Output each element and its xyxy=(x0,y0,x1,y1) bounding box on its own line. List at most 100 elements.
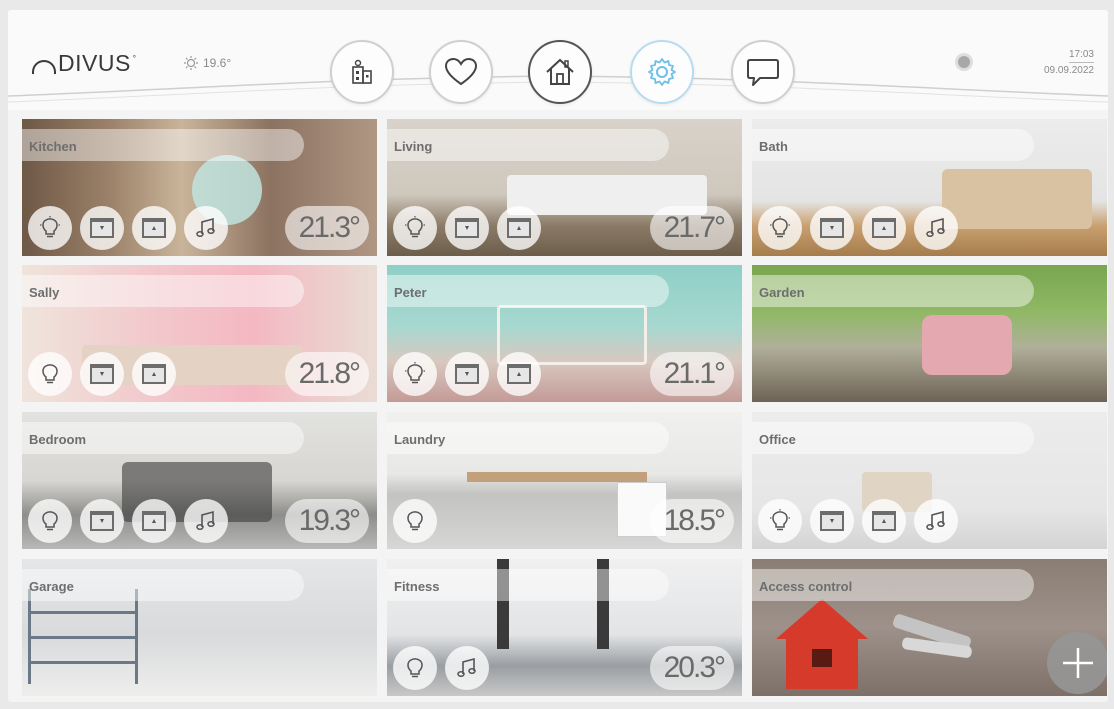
room-photo-detail xyxy=(467,472,647,482)
room-temperature: 20.3° xyxy=(649,646,734,690)
light-button[interactable] xyxy=(758,499,802,543)
room-temperature: 21.1° xyxy=(649,352,734,396)
chat-icon xyxy=(747,59,779,86)
room-name-bar xyxy=(387,275,669,307)
room-tile-sally[interactable]: Sally 21.8° xyxy=(22,265,377,402)
add-room-button[interactable] xyxy=(1047,632,1107,694)
heart-icon xyxy=(444,57,478,86)
light-button[interactable] xyxy=(393,499,437,543)
blind-up-button[interactable] xyxy=(497,352,541,396)
header-bar: DIVUS ° 19.6° 17:03 09.09.2022 xyxy=(8,10,1108,110)
room-name: Garden xyxy=(759,285,805,300)
building-icon xyxy=(352,59,372,84)
room-name-bar xyxy=(22,275,304,307)
room-name: Office xyxy=(759,432,796,447)
room-controls xyxy=(28,352,176,396)
brand-name: DIVUS xyxy=(58,50,131,76)
room-controls xyxy=(758,499,958,543)
blind-up-button[interactable] xyxy=(132,352,176,396)
blind-down-button[interactable] xyxy=(445,206,489,250)
nav-building-button[interactable] xyxy=(330,40,394,104)
blind-down-icon xyxy=(820,218,844,238)
audio-button[interactable] xyxy=(184,206,228,250)
blind-up-button[interactable] xyxy=(862,206,906,250)
light-button[interactable] xyxy=(758,206,802,250)
room-photo-detail xyxy=(28,589,138,684)
outdoor-weather: 19.6° xyxy=(184,55,231,71)
blind-down-button[interactable] xyxy=(810,206,854,250)
nav-home-button[interactable] xyxy=(528,40,592,104)
blind-down-icon xyxy=(820,511,844,531)
blind-down-button[interactable] xyxy=(80,352,124,396)
nav-favorites-button[interactable] xyxy=(429,40,493,104)
red-house-keychain xyxy=(776,599,868,689)
clock-time: 17:03 xyxy=(1068,48,1094,63)
room-name: Fitness xyxy=(394,579,440,594)
room-tile-garage[interactable]: Garage xyxy=(22,559,377,696)
clock: 17:03 09.09.2022 xyxy=(1044,48,1094,77)
room-tile-kitchen[interactable]: Kitchen 21.3° xyxy=(22,119,377,256)
room-name: Bedroom xyxy=(29,432,87,447)
light-button[interactable] xyxy=(28,352,72,396)
light-button[interactable] xyxy=(28,206,72,250)
music-icon xyxy=(457,657,476,678)
music-icon xyxy=(196,510,215,531)
light-button[interactable] xyxy=(28,499,72,543)
light-button[interactable] xyxy=(393,206,437,250)
plus-icon xyxy=(1063,648,1093,678)
bulb-icon xyxy=(40,216,60,238)
room-tile-living[interactable]: Living 21.7° xyxy=(387,119,742,256)
room-name: Living xyxy=(394,139,433,154)
room-controls xyxy=(393,646,489,690)
nav-settings-button[interactable] xyxy=(630,40,694,104)
blind-up-button[interactable] xyxy=(862,499,906,543)
blind-down-button[interactable] xyxy=(80,206,124,250)
bulb-icon xyxy=(405,216,425,238)
outdoor-temperature: 19.6° xyxy=(203,56,232,70)
room-tile-fitness[interactable]: Fitness 20.3° xyxy=(387,559,742,696)
room-name-bar xyxy=(752,129,1034,161)
nav-messages-button[interactable] xyxy=(731,40,795,104)
room-grid: Kitchen 21.3° Living 21.7° Bath Sally 21… xyxy=(22,119,1108,697)
music-icon xyxy=(926,510,945,531)
blind-up-button[interactable] xyxy=(497,206,541,250)
blind-up-button[interactable] xyxy=(132,206,176,250)
blind-down-button[interactable] xyxy=(810,499,854,543)
room-tile-bath[interactable]: Bath xyxy=(752,119,1107,256)
blind-up-button[interactable] xyxy=(132,499,176,543)
room-name: Garage xyxy=(29,579,74,594)
room-name: Laundry xyxy=(394,432,446,447)
smart-home-dashboard: DIVUS ° 19.6° 17:03 09.09.2022 Kitchen 2… xyxy=(8,10,1108,702)
connection-status-dot xyxy=(958,56,970,68)
bulb-icon xyxy=(770,216,790,238)
audio-button[interactable] xyxy=(445,646,489,690)
music-icon xyxy=(196,217,215,238)
blind-down-icon xyxy=(90,511,114,531)
audio-button[interactable] xyxy=(184,499,228,543)
light-button[interactable] xyxy=(393,352,437,396)
room-controls xyxy=(28,499,228,543)
music-icon xyxy=(926,217,945,238)
room-tile-laundry[interactable]: Laundry 18.5° xyxy=(387,412,742,549)
room-tile-peter[interactable]: Peter 21.1° xyxy=(387,265,742,402)
room-photo-detail xyxy=(942,169,1092,229)
room-tile-bedroom[interactable]: Bedroom 19.3° xyxy=(22,412,377,549)
room-name: Access control xyxy=(759,579,853,594)
audio-button[interactable] xyxy=(914,499,958,543)
home-icon xyxy=(546,58,574,85)
room-tile-office[interactable]: Office xyxy=(752,412,1107,549)
blind-up-icon xyxy=(507,218,531,238)
room-name: Peter xyxy=(394,285,427,300)
room-tile-access-control[interactable]: Access control xyxy=(752,559,1107,696)
blind-down-button[interactable] xyxy=(80,499,124,543)
room-tile-garden[interactable]: Garden xyxy=(752,265,1107,402)
blind-down-icon xyxy=(455,364,479,384)
logo-arc-icon xyxy=(32,60,56,74)
room-temperature: 19.3° xyxy=(284,499,369,543)
light-button[interactable] xyxy=(393,646,437,690)
room-temperature: 18.5° xyxy=(649,499,734,543)
bulb-icon xyxy=(42,511,58,531)
blind-down-button[interactable] xyxy=(445,352,489,396)
room-name: Sally xyxy=(29,285,60,300)
audio-button[interactable] xyxy=(914,206,958,250)
